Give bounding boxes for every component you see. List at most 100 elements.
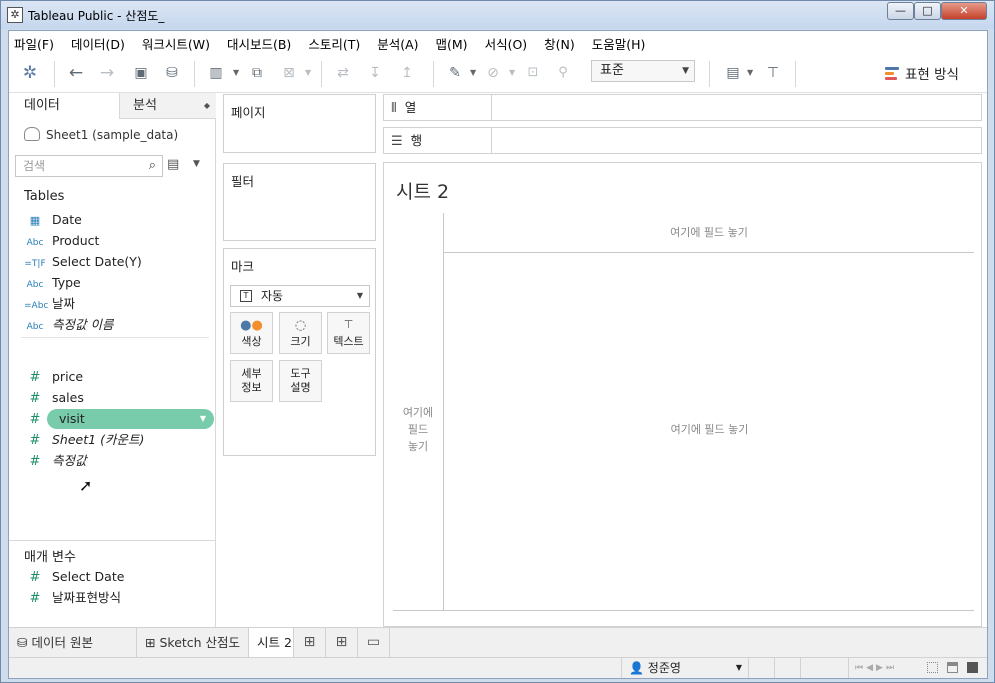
column-drop-zone[interactable]: 여기에 필드 놓기	[444, 213, 974, 253]
color-mark-button[interactable]: ●● 색상	[230, 312, 273, 354]
new-worksheet-dropdown-icon[interactable]: ▼	[233, 61, 239, 85]
fit-select[interactable]: 표준 ▼	[591, 60, 695, 82]
field-sales[interactable]: # sales	[24, 388, 214, 408]
field-date-kr[interactable]: =Abc 날짜	[24, 294, 214, 314]
menu-worksheet[interactable]: 워크시트(W)	[133, 31, 218, 53]
duplicate-sheet-icon[interactable]: ⧉	[245, 61, 269, 85]
menu-data[interactable]: 데이터(D)	[62, 31, 133, 53]
sheet-sorter-icon[interactable]	[927, 662, 938, 673]
string-type-icon: Abc	[26, 322, 44, 332]
field-sheet1-count[interactable]: # Sheet1 (카운트)	[24, 430, 214, 450]
view-as-list-icon[interactable]: ▤	[167, 157, 179, 172]
show-labels-icon[interactable]: ⊡	[521, 61, 545, 85]
view-drop-zone[interactable]: 여기에 필드 놓기	[445, 421, 974, 437]
minimize-button[interactable]: —	[887, 2, 914, 20]
field-type[interactable]: Abc Type	[24, 273, 214, 293]
tab-data[interactable]: 데이터	[9, 93, 119, 119]
toolbar-separator	[54, 61, 55, 87]
filters-card[interactable]: 필터	[223, 163, 376, 241]
swap-rows-columns-icon[interactable]: ⇄	[331, 61, 355, 85]
presentation-mode-icon[interactable]: ⊤	[761, 61, 785, 85]
pages-card[interactable]: 페이지	[223, 94, 376, 153]
filmstrip-icon[interactable]	[947, 662, 958, 673]
highlight-dropdown-icon[interactable]: ▼	[470, 61, 476, 85]
rows-shelf[interactable]: ☰ 행	[383, 127, 982, 154]
new-worksheet-icon[interactable]: ⊞	[294, 628, 326, 657]
fix-axes-icon[interactable]: ⚲	[551, 61, 575, 85]
sort-ascending-icon[interactable]: ↧	[363, 61, 387, 85]
mark-type-select[interactable]: T 자동 ▼	[230, 285, 370, 307]
toolbar-separator	[194, 61, 195, 87]
number-type-icon: #	[29, 454, 41, 469]
menu-map[interactable]: 맵(M)	[427, 31, 476, 53]
menu-story[interactable]: 스토리(T)	[299, 31, 368, 53]
field-measure-values[interactable]: # 측정값	[24, 451, 214, 471]
tabs-view-icon[interactable]	[967, 662, 978, 673]
sheet-navigation-icons[interactable]: ⏮◀▶⏭	[855, 658, 897, 678]
tooltip-mark-button[interactable]: 도구 설명	[279, 360, 322, 402]
show-me-button[interactable]: 표현 방식	[885, 63, 959, 83]
new-worksheet-icon[interactable]: ▥	[204, 61, 228, 85]
field-product[interactable]: Abc Product	[24, 231, 214, 251]
columns-shelf[interactable]: ⦀ 열	[383, 94, 982, 121]
detail-mark-button[interactable]: 세부 정보	[230, 360, 273, 402]
parameter-date-format[interactable]: # 날짜표현방식	[24, 588, 214, 608]
parameter-select-date[interactable]: # Select Date	[24, 567, 214, 587]
tab-analytics[interactable]: 분석 ◆	[119, 93, 216, 119]
save-icon[interactable]: ▣	[129, 61, 153, 85]
highlight-icon[interactable]: ✎	[443, 61, 467, 85]
show-cards-dropdown-icon[interactable]: ▼	[747, 61, 753, 85]
row-drop-zone[interactable]: 여기에 필드 놓기	[393, 213, 444, 611]
new-story-icon[interactable]: ▭	[358, 628, 390, 657]
tableau-logo-icon: ✲	[7, 7, 23, 23]
toolbar-separator	[433, 61, 434, 87]
rows-icon: ☰	[391, 134, 403, 149]
tab-sheet-2[interactable]: 시트 2	[249, 628, 294, 657]
new-datasource-icon[interactable]: ⛁	[160, 61, 184, 85]
status-cell	[775, 658, 801, 678]
tableau-icon[interactable]: ✲	[18, 61, 42, 85]
user-name: 정준영	[647, 661, 681, 675]
menu-dashboard[interactable]: 대시보드(B)	[218, 31, 299, 53]
maximize-button[interactable]: □	[914, 2, 941, 20]
sheet-title[interactable]: 시트 2	[396, 177, 449, 204]
tab-data-source[interactable]: ⛁ 데이터 원본	[9, 628, 137, 657]
pages-card-title: 페이지	[231, 105, 266, 120]
group-icon[interactable]: ⊘	[481, 61, 505, 85]
detail-mark-label-1: 세부	[241, 367, 262, 380]
field-visit[interactable]: # visit ▼	[24, 409, 214, 429]
menu-help[interactable]: 도움말(H)	[583, 31, 654, 53]
chevron-down-icon[interactable]: ▼	[193, 159, 200, 169]
tooltip-mark-label-2: 설명	[290, 381, 311, 394]
field-price[interactable]: # price	[24, 367, 214, 387]
sort-icon: ◆	[203, 101, 210, 110]
size-mark-button[interactable]: ◌ 크기	[279, 312, 322, 354]
number-type-icon: #	[29, 570, 41, 585]
datasource-item[interactable]: Sheet1 (sample_data)	[24, 127, 178, 142]
field-measure-names[interactable]: Abc 측정값 이름	[24, 315, 214, 335]
text-mark-button[interactable]: ⊤ 텍스트	[327, 312, 370, 354]
clear-sheet-icon[interactable]: ⊠	[277, 61, 301, 85]
new-dashboard-icon[interactable]: ⊞	[326, 628, 358, 657]
redo-icon[interactable]: →	[95, 61, 119, 85]
menu-window[interactable]: 창(N)	[535, 31, 583, 53]
field-date[interactable]: ▦ Date	[24, 210, 214, 230]
group-dropdown-icon[interactable]: ▼	[509, 61, 515, 85]
fit-select-value: 표준	[600, 63, 624, 78]
chevron-down-icon[interactable]: ▼	[200, 409, 206, 429]
mark-type-value: 자동	[261, 289, 284, 303]
row-drop-zone-text: 여기에 필드 놓기	[402, 406, 434, 453]
sort-descending-icon[interactable]: ↥	[395, 61, 419, 85]
user-menu[interactable]: 👤 정준영 ▼	[621, 658, 749, 678]
search-input[interactable]: 검색 ⌕	[15, 155, 163, 177]
menu-analysis[interactable]: 분석(A)	[368, 31, 426, 53]
field-select-date-y[interactable]: =T|F Select Date(Y)	[24, 252, 214, 272]
tab-sketch-scatter[interactable]: ⊞ Sketch 산점도	[137, 628, 249, 657]
close-button[interactable]: ✕	[941, 2, 987, 20]
clear-sheet-dropdown-icon[interactable]: ▼	[305, 61, 311, 85]
menu-file[interactable]: 파일(F)	[14, 31, 62, 53]
show-cards-icon[interactable]: ▤	[721, 61, 745, 85]
undo-icon[interactable]: ←	[64, 61, 88, 85]
menu-format[interactable]: 서식(O)	[476, 31, 536, 53]
worksheet-icon: ⊞	[145, 635, 156, 650]
